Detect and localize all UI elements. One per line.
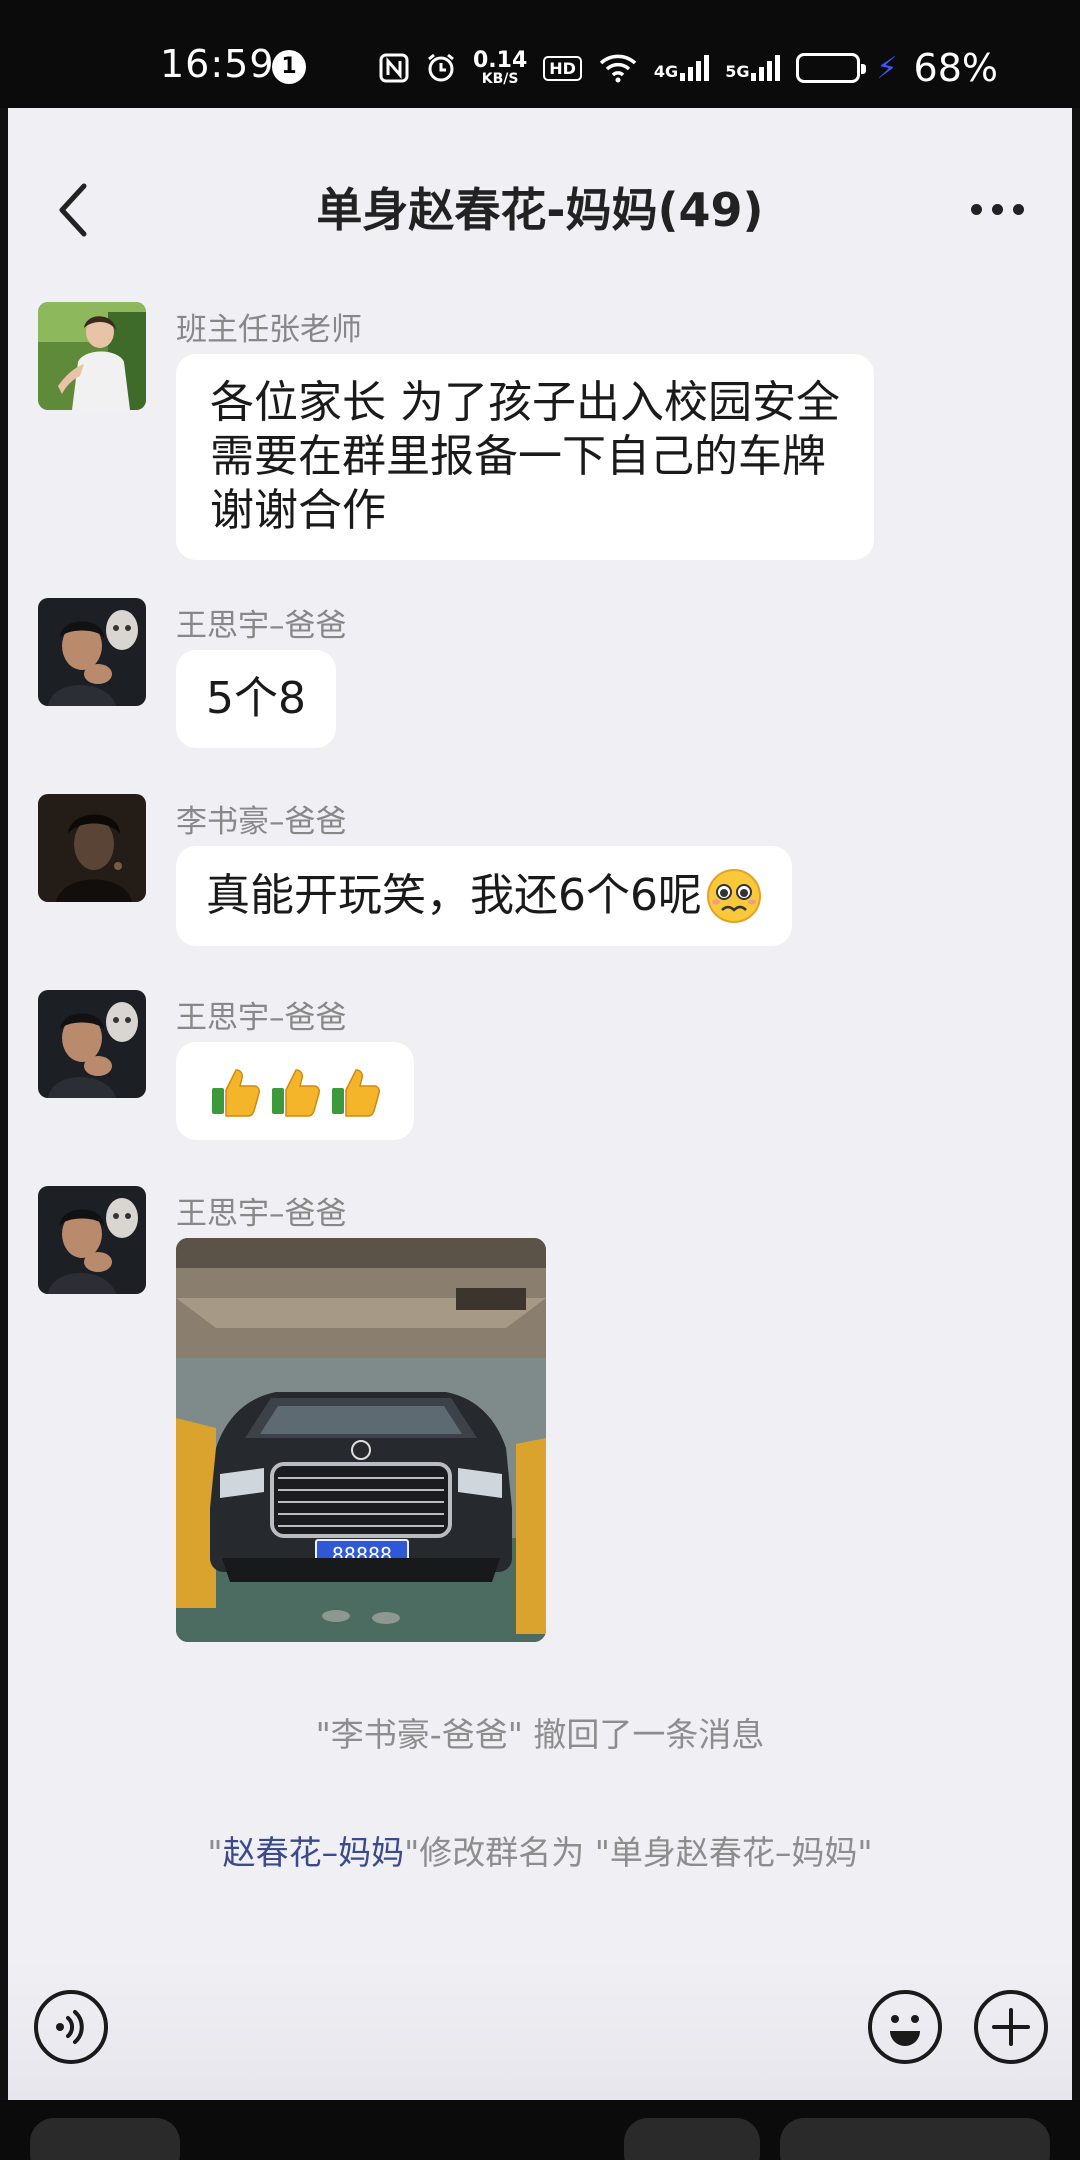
nav-key-left[interactable] [30,2118,180,2160]
battery-icon [796,53,867,83]
chat-title[interactable]: 单身赵春花-妈妈(49) [8,174,1072,240]
sender-name: 班主任张老师 [176,312,362,348]
voice-icon [56,2010,84,2044]
signal-4g-label: 4G [653,62,679,81]
signal-4g-bars-icon [680,55,710,81]
avatar-wangsiyu[interactable] [38,598,146,706]
status-time: 16:59 [160,42,275,86]
signal-5g-bars-icon [751,55,781,81]
avatar-wangsiyu[interactable] [38,1186,146,1294]
more-dot [991,203,1003,215]
hd-badge: HD [543,55,582,81]
message-line: 谢谢合作 [210,485,386,536]
more-button[interactable] [962,194,1032,224]
status-icons: 0.14 KB/S HD 4G 5G ⚡ 68% [379,44,998,92]
message-bubble[interactable]: 真能开玩笑，我还6个6呢 [176,846,792,946]
message-bubble[interactable]: 各位家长 为了孩子出入校园安全 需要在群里报备一下自己的车牌 谢谢合作 [176,354,874,560]
avatar-wangsiyu[interactable] [38,990,146,1098]
plus-button[interactable] [974,1990,1048,2064]
nav-key-right[interactable] [780,2118,1050,2160]
signal-5g-label: 5G [725,62,750,81]
sender-name: 王思宇–爸爸 [176,608,347,644]
sender-name: 王思宇–爸爸 [176,1196,347,1232]
message-line: 各位家长 为了孩子出入校园安全 [210,377,840,428]
emoji-icon [890,2015,920,2046]
nav-key-middle[interactable] [624,2118,760,2160]
message-bubble[interactable] [176,1042,414,1140]
charging-bolt-icon: ⚡ [876,50,898,86]
chat-screen: 单身赵春花-妈妈(49) 班主任张老师 各位家长 为了孩子出入校园安全 需要在群… [8,108,1072,2100]
more-dot [970,203,982,215]
voice-button[interactable] [34,1990,108,2064]
net-speed-value: 0.14 [472,48,528,73]
message-line: 需要在群里报备一下自己的车牌 [210,431,826,482]
wifi-icon [598,53,638,83]
battery-percent: 68% [913,46,998,90]
pleading-face-emoji [707,869,761,923]
net-speed-unit: KB/S [481,71,519,87]
message-text: 真能开玩笑，我还6个6呢 [206,870,702,921]
thumbs-up-emoji [272,1069,320,1117]
system-navigation-bar [0,2100,1080,2160]
rename-prefix: " [207,1833,223,1872]
signal-5g: 5G [725,55,781,81]
avatar-lishuhao[interactable] [38,794,146,902]
rename-notice: "赵春花–妈妈"修改群名为 "单身赵春花–妈妈" [8,1826,1072,1874]
more-dot [1012,203,1024,215]
message-bubble[interactable]: 5个8 [176,650,336,748]
chat-header: 单身赵春花-妈妈(49) [8,108,1072,298]
nfc-icon [379,53,409,83]
alarm-icon [425,52,457,84]
member-name-link[interactable]: 赵春花–妈妈 [223,1833,405,1872]
sender-name: 王思宇–爸爸 [176,1000,347,1036]
thumbs-up-emoji [212,1069,260,1117]
thumbs-up-emoji [332,1069,380,1117]
input-bar [8,1960,1072,2100]
avatar-teacher[interactable] [38,302,146,410]
image-message[interactable]: 88888 [176,1238,546,1642]
net-speed: 0.14 KB/S [472,48,528,87]
rename-suffix: "修改群名为 "单身赵春花–妈妈" [404,1833,873,1872]
plus-icon [992,2008,1030,2046]
sender-name: 李书豪–爸爸 [176,804,347,840]
status-bar: 16:59 1 0.14 KB/S HD 4G 5G ⚡ 68% [0,0,1080,108]
signal-4g: 4G [653,55,710,81]
emoji-button[interactable] [868,1990,942,2064]
recall-notice: "李书豪-爸爸" 撤回了一条消息 [315,1715,765,1754]
notification-badge: 1 [272,50,306,84]
